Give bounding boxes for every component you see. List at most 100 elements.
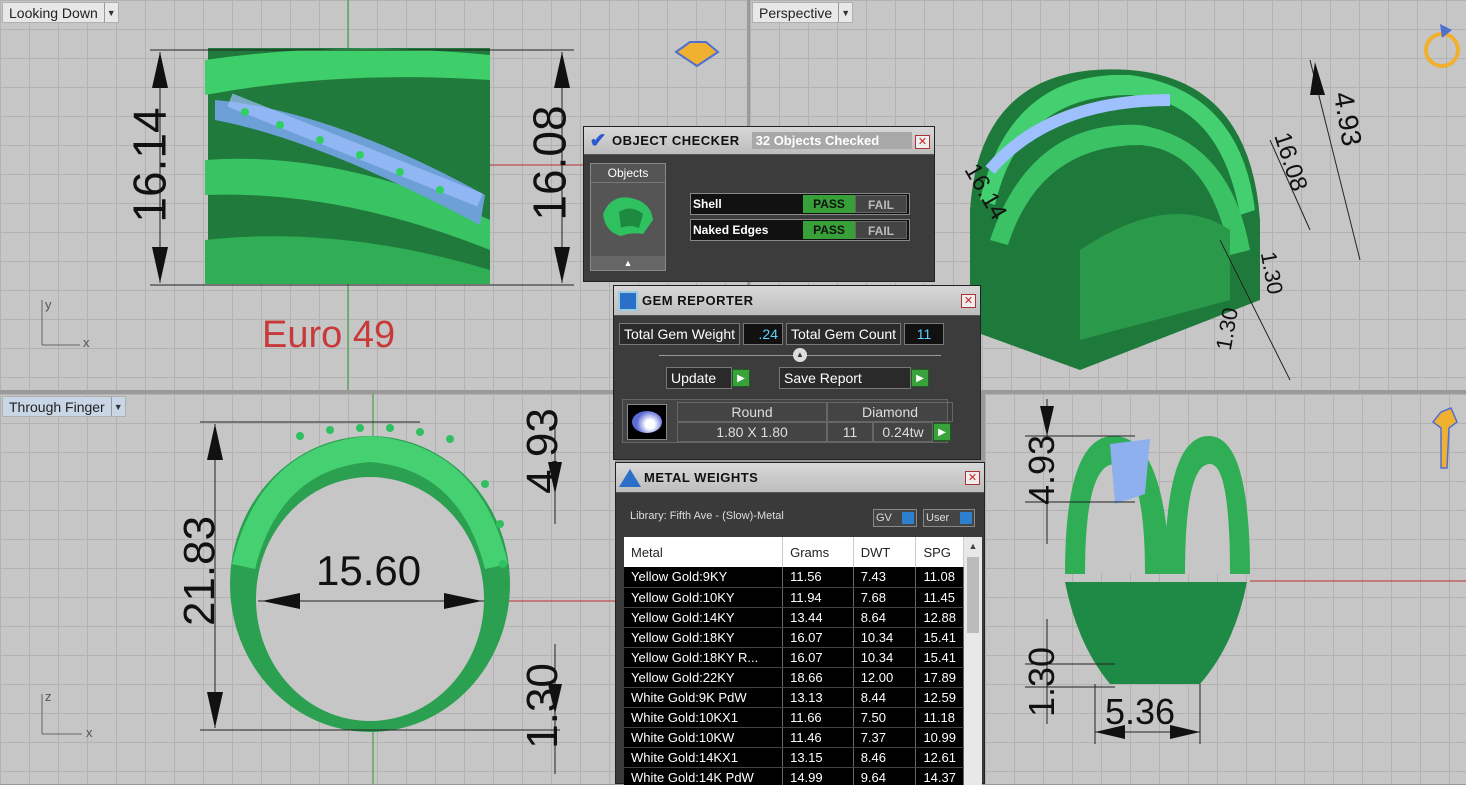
user-label: User xyxy=(926,512,950,524)
table-cell: Yellow Gold:22KY xyxy=(624,667,784,688)
table-cell: 14.99 xyxy=(782,767,854,785)
viewport-side[interactable]: 4.93 1.30 5.36 xyxy=(985,394,1466,784)
user-toggle[interactable]: User xyxy=(923,509,975,527)
object-checker-titlebar[interactable]: ✔ OBJECT CHECKER 32 Objects Checked ✕ xyxy=(584,127,934,155)
gem-thumbnail xyxy=(627,404,667,440)
gem-row[interactable]: Round Diamond 1.80 X 1.80 11 0.24tw ▶ xyxy=(622,399,953,443)
table-row[interactable]: Yellow Gold:9KY 11.56 7.43 11.08 xyxy=(624,567,964,588)
column-header[interactable]: Grams xyxy=(782,537,854,567)
table-cell: 13.44 xyxy=(782,607,854,628)
objects-label: Objects xyxy=(591,164,665,183)
metal-table-container: Metal Grams DWT SPG Yellow Gold:9KY 11.56… xyxy=(624,537,964,785)
gem-reporter-titlebar[interactable]: GEM REPORTER ✕ xyxy=(614,286,980,316)
table-cell: 9.64 xyxy=(853,767,917,785)
update-button[interactable]: Update ▶ xyxy=(666,367,750,389)
chevron-up-icon[interactable]: ▲ xyxy=(591,256,665,270)
total-gem-count-label: Total Gem Count xyxy=(786,323,902,345)
table-row[interactable]: White Gold:14K PdW 14.99 9.64 14.37 xyxy=(624,767,964,785)
gem-reporter-panel: GEM REPORTER ✕ Total Gem Weight .24 Tota… xyxy=(613,285,981,460)
table-cell: 7.50 xyxy=(853,707,917,728)
play-icon: ▶ xyxy=(732,369,750,387)
table-cell: 18.66 xyxy=(782,667,854,688)
table-cell: 15.41 xyxy=(915,647,964,668)
table-header-row: Metal Grams DWT SPG xyxy=(624,537,964,567)
table-row[interactable]: Yellow Gold:18KY 16.07 10.34 15.41 xyxy=(624,627,964,648)
table-cell: 11.08 xyxy=(915,567,964,588)
table-row[interactable]: White Gold:9K PdW 13.13 8.44 12.59 xyxy=(624,687,964,708)
table-cell: 7.37 xyxy=(853,727,917,748)
play-icon[interactable]: ▶ xyxy=(933,423,951,441)
save-report-button[interactable]: Save Report ▶ xyxy=(779,367,929,389)
axis-x-label: x xyxy=(86,725,93,740)
table-row[interactable]: Yellow Gold:22KY 18.66 12.00 17.89 xyxy=(624,667,964,688)
check-name: Naked Edges xyxy=(693,223,769,237)
gem-totals: Total Gem Weight .24 Total Gem Count 11 xyxy=(619,323,945,345)
table-cell: Yellow Gold:14KY xyxy=(624,607,784,628)
gem-shape: Round xyxy=(677,402,827,422)
table-cell: 10.99 xyxy=(915,727,964,748)
update-label: Update xyxy=(666,367,732,389)
table-cell: 12.61 xyxy=(915,747,964,768)
table-row[interactable]: Yellow Gold:10KY 11.94 7.68 11.45 xyxy=(624,587,964,608)
gem-size: 1.80 X 1.80 xyxy=(677,422,827,442)
table-cell: 8.64 xyxy=(853,607,917,628)
total-gem-weight-value: .24 xyxy=(743,323,784,345)
metal-weights-titlebar[interactable]: METAL WEIGHTS ✕ xyxy=(616,463,984,493)
scroll-up-icon[interactable]: ▲ xyxy=(964,537,982,555)
column-header[interactable]: DWT xyxy=(853,537,917,567)
dimension-label: 16.08 xyxy=(523,105,576,221)
toggle-indicator xyxy=(960,512,972,524)
table-cell: 13.13 xyxy=(782,687,854,708)
table-cell: 13.15 xyxy=(782,747,854,768)
chevron-up-icon[interactable]: ▲ xyxy=(793,348,807,362)
play-icon: ▶ xyxy=(911,369,929,387)
table-cell: 12.00 xyxy=(853,667,917,688)
objects-box[interactable]: Objects ▲ xyxy=(590,163,666,271)
round-gem-icon xyxy=(632,411,662,433)
gem-count: 11 xyxy=(827,422,873,442)
gv-toggle[interactable]: GV xyxy=(873,509,917,527)
table-cell: 16.07 xyxy=(782,627,854,648)
close-button[interactable]: ✕ xyxy=(915,135,930,149)
vertical-scrollbar[interactable]: ▲ xyxy=(964,537,982,785)
gv-label: GV xyxy=(876,512,892,524)
table-row[interactable]: White Gold:14KX1 13.15 8.46 12.61 xyxy=(624,747,964,768)
table-row[interactable]: White Gold:10KX1 11.66 7.50 11.18 xyxy=(624,707,964,728)
table-cell: 11.56 xyxy=(782,567,854,588)
viewport-through-finger[interactable]: Through Finger ▼ 21.83 4.93 15.60 1.30 z… xyxy=(0,394,615,784)
axis-y-label: y xyxy=(45,297,52,312)
close-button[interactable]: ✕ xyxy=(961,294,976,308)
metal-table-body: Yellow Gold:9KY 11.56 7.43 11.08 Yellow Gold… xyxy=(624,567,964,785)
table-cell: 10.34 xyxy=(853,647,917,668)
metal-scale-icon xyxy=(616,465,644,491)
pass-indicator: PASS xyxy=(803,221,855,239)
toggle-indicator xyxy=(902,512,914,524)
scrollbar-thumb[interactable] xyxy=(967,557,979,633)
gem-report-icon xyxy=(614,288,642,314)
panel-title: METAL WEIGHTS xyxy=(644,470,759,485)
table-cell: White Gold:14KX1 xyxy=(624,747,784,768)
dimension-label: 21.83 xyxy=(175,515,225,627)
column-header[interactable]: SPG xyxy=(915,537,964,567)
close-button[interactable]: ✕ xyxy=(965,471,980,485)
dimension-label: 4.93 xyxy=(517,408,567,494)
table-cell: White Gold:10KX1 xyxy=(624,707,784,728)
fail-indicator: FAIL xyxy=(855,195,907,213)
table-cell: 17.89 xyxy=(915,667,964,688)
table-cell: 12.59 xyxy=(915,687,964,708)
table-cell: 8.44 xyxy=(853,687,917,708)
table-cell: White Gold:14K PdW xyxy=(624,767,784,785)
table-cell: Yellow Gold:18KY R... xyxy=(624,647,784,668)
total-gem-count-value: 11 xyxy=(904,323,945,345)
table-row[interactable]: Yellow Gold:18KY R... 16.07 10.34 15.41 xyxy=(624,647,964,668)
table-cell: 15.41 xyxy=(915,627,964,648)
table-row[interactable]: Yellow Gold:14KY 13.44 8.64 12.88 xyxy=(624,607,964,628)
metal-table: Metal Grams DWT SPG Yellow Gold:9KY 11.56… xyxy=(624,537,964,785)
dimension-label: 1.30 xyxy=(1021,646,1063,718)
pass-indicator: PASS xyxy=(803,195,855,213)
column-header[interactable]: Metal xyxy=(624,537,784,567)
table-cell: 12.88 xyxy=(915,607,964,628)
table-row[interactable]: White Gold:10KW 11.46 7.37 10.99 xyxy=(624,727,964,748)
check-row-shell: Shell PASS FAIL xyxy=(690,193,910,215)
axis-x-label: x xyxy=(83,335,90,350)
